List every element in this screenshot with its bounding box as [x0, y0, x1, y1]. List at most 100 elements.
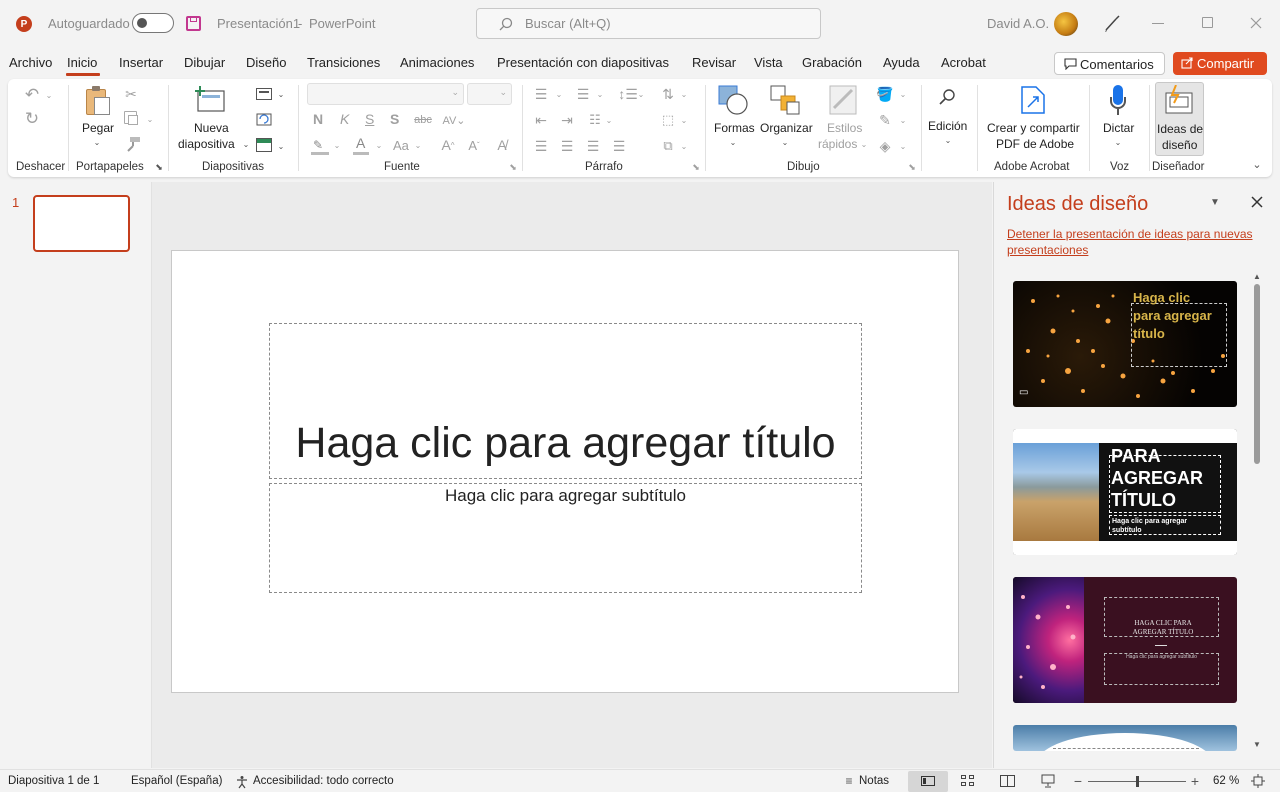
zoom-out-button[interactable]: − — [1072, 773, 1084, 789]
scroll-thumb[interactable] — [1254, 284, 1260, 464]
zoom-slider[interactable] — [1088, 776, 1186, 787]
change-case-dropdown-icon[interactable]: ⌄ — [413, 139, 423, 151]
comments-button[interactable]: Comentarios — [1054, 52, 1165, 75]
bullets-icon[interactable]: ☰ — [532, 85, 550, 103]
bullets-dropdown-icon[interactable]: ⌄ — [554, 88, 564, 100]
scroll-down-icon[interactable]: ▼ — [1253, 740, 1261, 749]
quick-styles-icon[interactable] — [828, 84, 858, 116]
tab-diseno[interactable]: Diseño — [246, 55, 286, 70]
shapes-icon[interactable] — [717, 84, 749, 116]
font-color-dropdown-icon[interactable]: ⌄ — [374, 139, 384, 151]
pane-options-dropdown-icon[interactable]: ▼ — [1208, 195, 1222, 209]
font-name-box[interactable]: ⌄ — [307, 83, 464, 105]
align-text-icon[interactable]: ⬚ — [659, 111, 677, 129]
shape-fill-dropdown-icon[interactable]: ⌄ — [898, 88, 908, 100]
char-spacing-icon[interactable]: AV⌄ — [440, 111, 468, 129]
bold-button[interactable]: N — [313, 111, 323, 127]
redo-icon[interactable]: ↻ — [22, 109, 42, 129]
shape-outline-dropdown-icon[interactable]: ⌄ — [898, 114, 908, 126]
justify-icon[interactable]: ☰ — [610, 137, 628, 155]
stop-ideas-link[interactable]: Detener la presentación de ideas para nu… — [1007, 226, 1257, 258]
zoom-slider-thumb[interactable] — [1136, 776, 1139, 787]
smartart-icon[interactable]: ⧉ — [659, 137, 677, 155]
design-idea-card-2[interactable]: PARA AGREGAR TÍTULO Haga clic para agreg… — [1013, 429, 1237, 555]
slide-canvas[interactable]: Haga clic para agregar título Haga clic … — [171, 250, 959, 693]
align-left-icon[interactable]: ☰ — [532, 137, 550, 155]
text-direction-dropdown-icon[interactable]: ⌄ — [679, 88, 689, 100]
scroll-up-icon[interactable]: ▲ — [1253, 272, 1261, 281]
design-idea-card-4[interactable] — [1013, 725, 1237, 751]
align-text-dropdown-icon[interactable]: ⌄ — [679, 114, 689, 126]
shape-effects-icon[interactable]: ◈ — [876, 137, 894, 155]
zoom-in-button[interactable]: + — [1189, 773, 1201, 789]
shapes-dropdown-icon[interactable]: ⌄ — [728, 137, 738, 147]
section-dropdown-icon[interactable]: ⌄ — [276, 140, 286, 152]
layout-icon[interactable] — [256, 88, 272, 100]
new-slide-label-2[interactable]: diapositiva — [178, 136, 235, 152]
editing-dropdown-icon[interactable]: ⌄ — [943, 135, 953, 145]
zoom-level[interactable]: 62 % — [1213, 775, 1239, 787]
line-spacing-icon[interactable]: ↕☰ — [618, 85, 638, 103]
copy-dropdown-icon[interactable]: ⌄ — [145, 114, 155, 124]
microphone-icon[interactable] — [1110, 85, 1126, 117]
tab-insertar[interactable]: Insertar — [119, 55, 163, 70]
minimize-button[interactable] — [1152, 23, 1164, 24]
columns-icon[interactable]: ☷ — [586, 111, 604, 129]
align-right-icon[interactable]: ☰ — [584, 137, 602, 155]
paste-label[interactable]: Pegar — [82, 120, 114, 136]
new-slide-icon[interactable] — [194, 85, 228, 115]
undo-icon[interactable]: ↶ — [22, 85, 42, 105]
change-case-button[interactable]: Aa — [393, 138, 409, 153]
paragraph-launcher-icon[interactable]: ⬊ — [691, 162, 701, 172]
numbering-icon[interactable]: ☰ — [574, 85, 592, 103]
maximize-button[interactable] — [1202, 17, 1213, 28]
share-button[interactable]: Compartir — [1173, 52, 1267, 75]
strikethrough-icon[interactable]: abc — [412, 111, 434, 129]
create-pdf-icon[interactable] — [1020, 85, 1046, 115]
increase-font-icon[interactable]: A ^ — [438, 136, 458, 154]
quick-styles-label-1[interactable]: Estilos — [827, 120, 862, 136]
arrange-label[interactable]: Organizar — [760, 120, 813, 136]
tab-animaciones[interactable]: Animaciones — [400, 55, 474, 70]
title-placeholder[interactable]: Haga clic para agregar título — [269, 323, 862, 479]
normal-view-button[interactable] — [908, 771, 948, 792]
find-icon[interactable] — [938, 87, 958, 107]
tab-grabacion[interactable]: Grabación — [802, 55, 862, 70]
numbering-dropdown-icon[interactable]: ⌄ — [595, 88, 605, 100]
create-pdf-label-2[interactable]: PDF de Adobe — [996, 136, 1074, 152]
arrange-dropdown-icon[interactable]: ⌄ — [780, 137, 790, 147]
layout-dropdown-icon[interactable]: ⌄ — [276, 88, 286, 100]
paste-icon[interactable] — [84, 85, 112, 117]
subtitle-placeholder[interactable]: Haga clic para agregar subtítulo — [269, 483, 862, 593]
editing-label[interactable]: Edición — [928, 118, 967, 134]
close-pane-icon[interactable] — [1251, 196, 1263, 208]
ribbon-collapse-icon[interactable]: ⌄ — [1250, 157, 1264, 171]
search-box[interactable]: Buscar (Alt+Q) — [476, 8, 821, 39]
quick-styles-dropdown-icon[interactable]: ⌄ — [859, 139, 869, 149]
italic-button[interactable]: K — [340, 111, 349, 127]
slide-thumbnail[interactable] — [33, 195, 130, 252]
shadow-button[interactable]: S — [390, 111, 399, 127]
tab-inicio[interactable]: Inicio — [67, 55, 97, 70]
tab-presentacion[interactable]: Presentación con diapositivas — [497, 55, 669, 70]
undo-dropdown-icon[interactable]: ⌄ — [44, 89, 54, 101]
columns-dropdown-icon[interactable]: ⌄ — [604, 114, 614, 126]
user-name[interactable]: David A.O. — [987, 16, 1049, 31]
drawing-launcher-icon[interactable]: ⬊ — [907, 162, 917, 172]
design-idea-card-3[interactable]: HAGA CLIC PARA AGREGAR TÍTULO Haga clic … — [1013, 577, 1237, 703]
tab-dibujar[interactable]: Dibujar — [184, 55, 225, 70]
language-status[interactable]: Español (España) — [131, 775, 222, 787]
section-icon[interactable] — [256, 138, 272, 152]
font-launcher-icon[interactable]: ⬊ — [508, 162, 518, 172]
design-idea-card-1[interactable]: Haga clic para agregar título ▭ — [1013, 281, 1237, 407]
shapes-label[interactable]: Formas — [714, 120, 755, 136]
tab-transiciones[interactable]: Transiciones — [307, 55, 380, 70]
copy-icon[interactable] — [124, 111, 138, 125]
shape-effects-dropdown-icon[interactable]: ⌄ — [898, 140, 908, 152]
cut-icon[interactable]: ✂ — [122, 85, 140, 103]
fit-to-window-icon[interactable] — [1251, 774, 1265, 788]
clipboard-launcher-icon[interactable]: ⬊ — [154, 162, 164, 172]
format-painter-icon[interactable] — [125, 136, 141, 152]
dictate-label[interactable]: Dictar — [1103, 120, 1134, 136]
user-avatar[interactable] — [1054, 12, 1078, 36]
